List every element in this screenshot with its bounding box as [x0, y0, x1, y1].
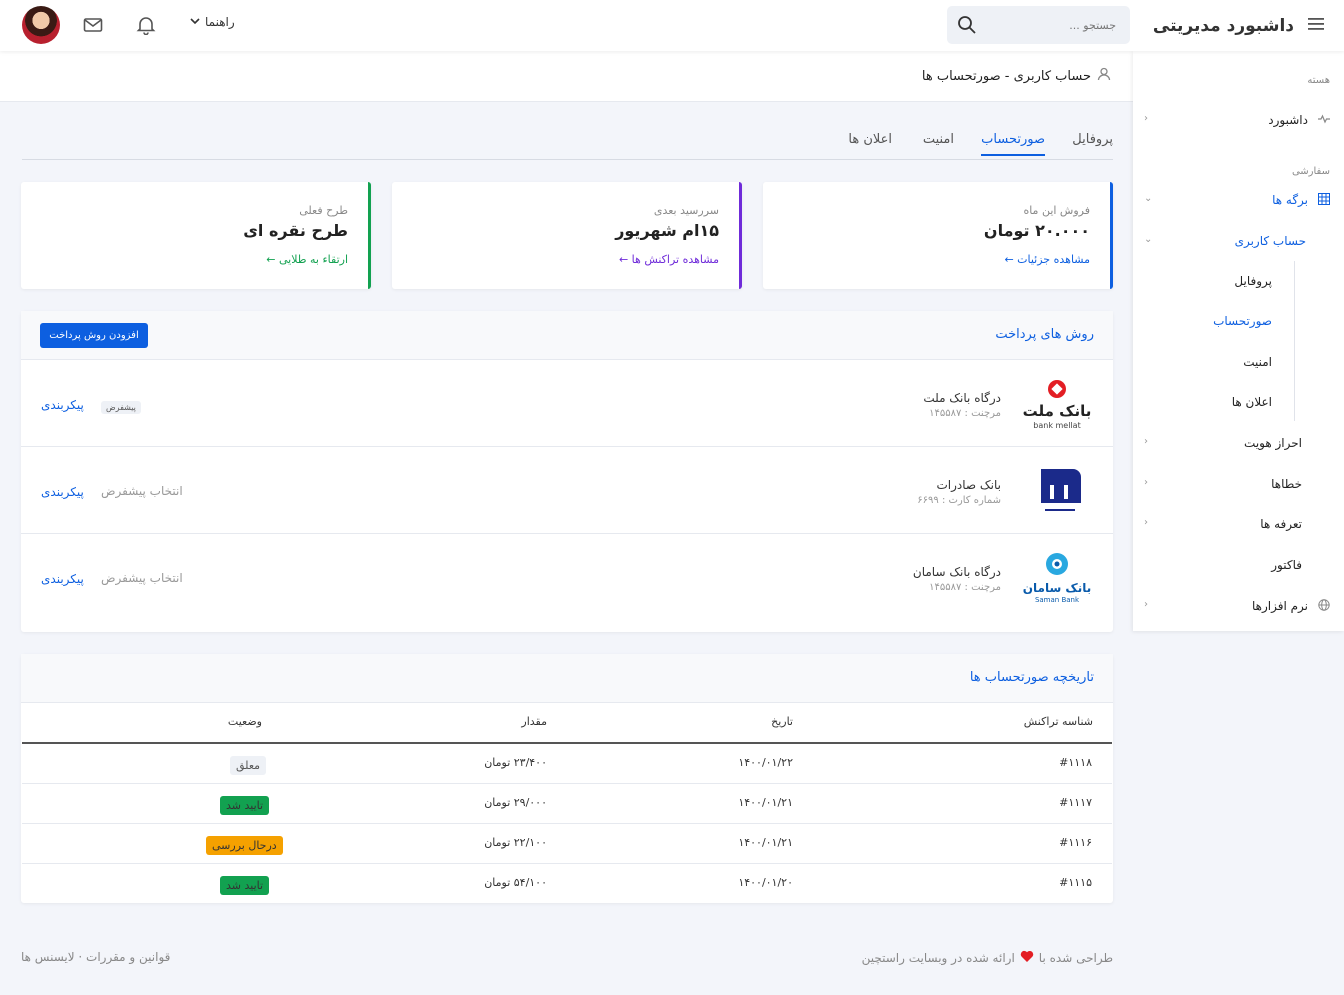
saderat-logo [1019, 463, 1095, 519]
breadcrumb: حساب کاربری - صورتحساب ها [922, 67, 1111, 85]
brand: داشبورد مدیریتی [1153, 0, 1324, 51]
chevron-down-icon: ⌄ [1144, 234, 1153, 245]
payment-methods-card: روش های پرداخت افزودن روش پرداخت بانک مل… [21, 311, 1113, 632]
grid-icon [1318, 192, 1330, 208]
sidebar-section-custom: سفارشی [1291, 166, 1330, 177]
sidebar-item-pricing[interactable]: تعرفه ها ‹ [1140, 512, 1302, 536]
app-title: داشبورد مدیریتی [1152, 15, 1294, 36]
configure-link[interactable]: پیکربندی [41, 398, 84, 412]
globe-icon [1318, 598, 1330, 614]
svg-text:بانک سامان: بانک سامان [1023, 581, 1091, 595]
status-badge: درحال بررسی [206, 836, 283, 855]
sidebar-item-account[interactable]: حساب کاربری ⌄ [1140, 229, 1306, 253]
stat-card-sales: فروش این ماه ۲۰.۰۰۰ تومان مشاهده جزئیات … [763, 182, 1113, 289]
payment-methods-header: روش های پرداخت افزودن روش پرداخت [21, 311, 1113, 360]
sidebar-sub-notifications[interactable]: اعلان ها [1232, 395, 1272, 409]
tab-security[interactable]: امنیت [923, 132, 954, 147]
top-bar: داشبورد مدیریتی راهنما [0, 0, 1344, 51]
set-default-link[interactable]: انتخاب پیشفرض [101, 484, 183, 498]
tab-notifications[interactable]: اعلان ها [848, 132, 892, 147]
footer-links[interactable]: قوانین و مقررات · لایسنس ها [21, 950, 170, 964]
sidebar-item-pages[interactable]: برگه ها ⌄ [1140, 188, 1330, 212]
chevron-left-icon: ‹ [1144, 436, 1148, 447]
status-badge: تایید شد [220, 876, 270, 895]
sidebar-item-dashboard[interactable]: داشبورد ‹ [1140, 108, 1330, 132]
avatar[interactable] [22, 6, 60, 44]
menu-icon[interactable] [1308, 17, 1324, 34]
bell-icon[interactable] [136, 15, 156, 38]
table-row: #۱۱۱۵ ۱۴۰۰/۰۱/۲۰ ۵۴/۱۰۰ تومان تایید شد [22, 864, 1112, 904]
search-icon[interactable] [957, 15, 977, 38]
sidebar-item-apps[interactable]: نرم افزارها ‹ [1140, 594, 1330, 618]
add-payment-method-button[interactable]: افزودن روش پرداخت [40, 323, 148, 348]
page-header: حساب کاربری - صورتحساب ها [0, 51, 1133, 102]
help-dropdown[interactable]: راهنما [190, 15, 235, 29]
sidebar: هسته داشبورد ‹ سفارشی برگه ها ⌄ حساب کار… [1133, 51, 1344, 631]
sidebar-section-core: هسته [1307, 75, 1330, 86]
chevron-down-icon [190, 15, 200, 29]
table-row: #۱۱۱۷ ۱۴۰۰/۰۱/۲۱ ۲۹/۰۰۰ تومان تایید شد [22, 784, 1112, 824]
table-row: #۱۱۱۶ ۱۴۰۰/۰۱/۲۱ ۲۲/۱۰۰ تومان درحال بررس… [22, 824, 1112, 864]
chevron-left-icon: ‹ [1144, 599, 1148, 610]
column-header: مقدار [521, 715, 547, 728]
billing-history-title: تاریخچه صورتحساب ها [969, 670, 1094, 685]
mail-icon[interactable] [83, 15, 103, 38]
saman-logo: بانک سامان Saman Bank [1019, 550, 1095, 606]
default-badge: پیشفرض [101, 401, 141, 414]
stat-card-plan: طرح فعلی طرح نقره ای ارتقاء به طلایی ← [21, 182, 371, 289]
sidebar-sub-security[interactable]: امنیت [1243, 355, 1272, 369]
sidebar-item-invoice[interactable]: فاکتور [1140, 553, 1302, 577]
table-row: #۱۱۱۸ ۱۴۰۰/۰۱/۲۲ ۲۳/۴۰۰ تومان معلق [22, 744, 1112, 784]
sidebar-item-errors[interactable]: خطاها ‹ [1140, 472, 1302, 496]
chevron-down-icon: ⌄ [1144, 193, 1153, 204]
tab-billing[interactable]: صورتحساب [981, 132, 1045, 156]
page-title: حساب کاربری - صورتحساب ها [921, 68, 1091, 84]
sidebar-item-auth[interactable]: احراز هویت ‹ [1140, 431, 1302, 455]
footer-credit: طراحی شده با ارائه شده در وبسایت راستچین [861, 950, 1113, 966]
column-header: وضعیت [227, 715, 262, 728]
mellat-logo: بانک ملت bank mellat [1019, 376, 1095, 432]
upgrade-link[interactable]: ارتقاء به طلایی ← [266, 253, 348, 266]
payment-row: بانک صادرات شماره کارت : ۶۶۹۹ انتخاب پیش… [21, 447, 1113, 534]
view-transactions-link[interactable]: مشاهده تراکنش ها ← [619, 253, 719, 266]
configure-link[interactable]: پیکربندی [41, 485, 84, 499]
payment-methods-title: روش های پرداخت [995, 327, 1094, 342]
payment-row: بانک سامان Saman Bank درگاه بانک سامان م… [21, 534, 1113, 621]
chevron-left-icon: ‹ [1144, 477, 1148, 488]
search-input[interactable] [996, 15, 1116, 35]
chevron-left-icon: ‹ [1144, 517, 1148, 528]
sidebar-sub-billing[interactable]: صورتحساب [1213, 314, 1272, 328]
submenu-line [1294, 261, 1295, 421]
svg-text:bank mellat: bank mellat [1033, 421, 1080, 430]
sidebar-sub-profile[interactable]: پروفایل [1234, 274, 1272, 288]
payment-row: بانک ملت bank mellat درگاه بانک ملت مرچن… [21, 360, 1113, 447]
search-box[interactable] [947, 6, 1130, 44]
svg-text:Saman Bank: Saman Bank [1035, 596, 1080, 604]
view-details-link[interactable]: مشاهده جزئیات ← [1004, 253, 1090, 266]
heart-icon [1020, 950, 1034, 966]
stat-card-due: سررسید بعدی ۱۵ام شهریور مشاهده تراکنش ها… [392, 182, 742, 289]
activity-icon [1318, 113, 1330, 128]
column-header: تاریخ [771, 715, 793, 728]
set-default-link[interactable]: انتخاب پیشفرض [101, 571, 183, 585]
user-icon [1097, 67, 1111, 85]
chevron-left-icon: ‹ [1144, 113, 1148, 124]
tab-profile[interactable]: پروفایل [1072, 132, 1113, 147]
column-header: شناسه تراکنش [1023, 715, 1093, 728]
status-badge: تایید شد [220, 796, 270, 815]
billing-history-header: تاریخچه صورتحساب ها [21, 654, 1113, 703]
tabs: پروفایل صورتحساب امنیت اعلان ها [22, 120, 1113, 160]
configure-link[interactable]: پیکربندی [41, 572, 84, 586]
svg-text:بانک ملت: بانک ملت [1023, 402, 1092, 420]
help-label: راهنما [205, 15, 235, 29]
status-badge: معلق [230, 756, 267, 775]
